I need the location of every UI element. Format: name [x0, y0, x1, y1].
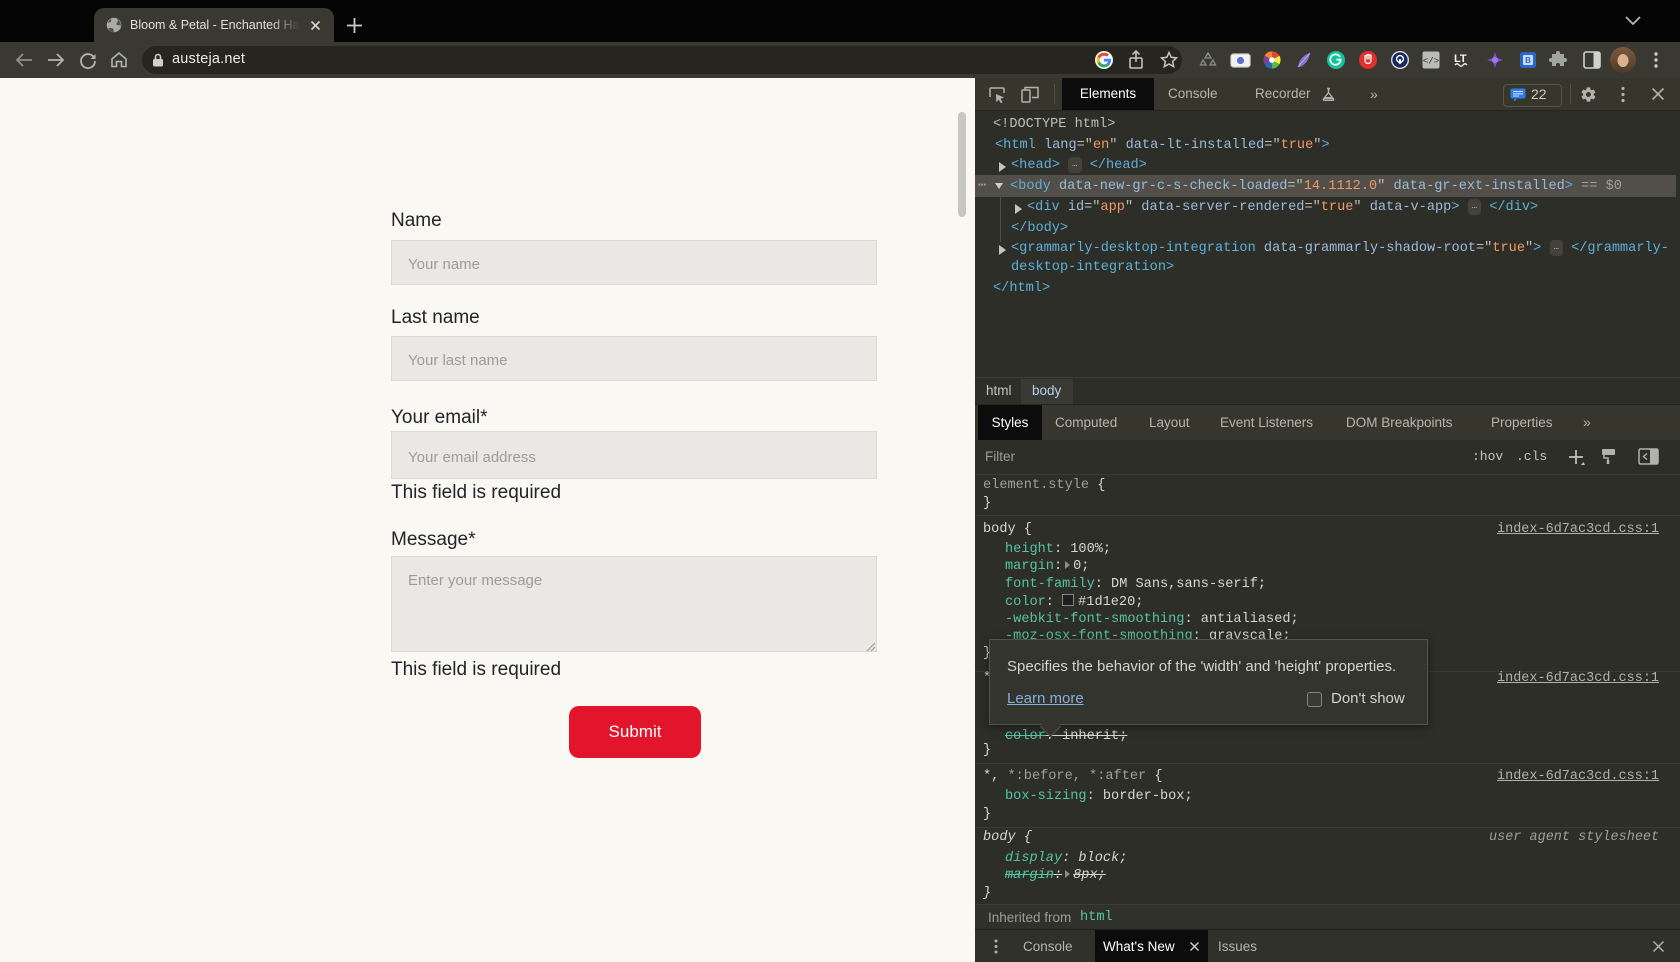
- svg-text:</>: </>: [1423, 57, 1439, 67]
- svg-text:B: B: [1525, 56, 1531, 65]
